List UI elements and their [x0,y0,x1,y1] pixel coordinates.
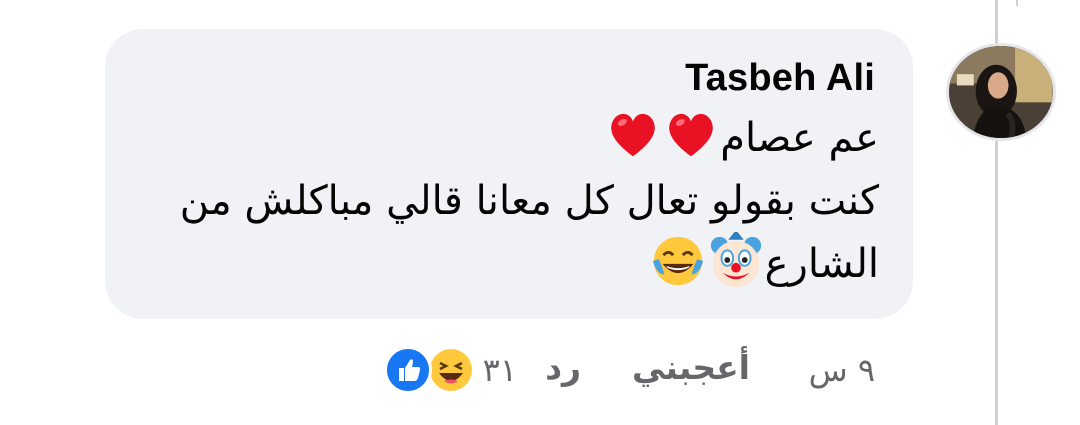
red-heart-icon [604,106,662,164]
haha-reaction-icon [427,346,475,394]
thread-connector-tick [1016,0,1018,6]
comment-author[interactable]: Tasbeh Ali [685,57,875,100]
face-with-tears-of-joy-icon [649,232,707,290]
red-heart-icon [662,106,720,164]
comment-body: عم عصام كنت بقولو تعال كل معانا قالي مبا… [119,107,879,296]
comment-text: عم عصام [720,115,879,161]
comment-text: الشارع [764,241,879,287]
reaction-count[interactable]: ٣١ [483,351,517,389]
comment-line: كنت بقولو تعال كل معانا قالي مباكلش من [119,170,879,233]
like-reaction-icon [384,346,432,394]
comment-timestamp[interactable]: ٩ س [809,351,875,389]
reply-button[interactable]: رد [545,348,581,387]
like-button[interactable]: أعجبني [632,348,750,387]
comment-text: كنت بقولو تعال كل معانا قالي مباكلش من [179,178,879,224]
comment-bubble: Tasbeh Ali عم عصام كنت بقولو تعال كل معا… [105,29,913,319]
comment-line: الشارع [119,232,879,296]
avatar[interactable] [946,43,1056,141]
avatar-photo [949,46,1053,138]
comment-line: عم عصام [119,107,879,170]
clown-face-icon [707,232,765,290]
reaction-summary[interactable] [384,346,476,394]
comment-actions: ٩ س أعجبني رد ٣١ [0,345,1080,395]
